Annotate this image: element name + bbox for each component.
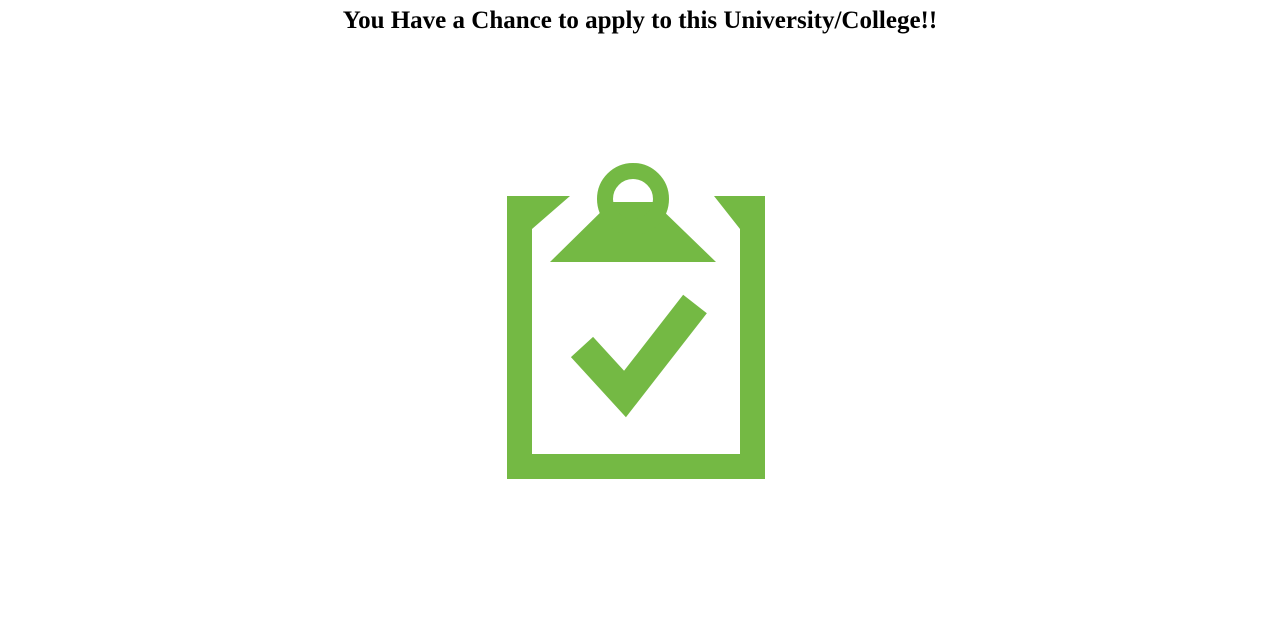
page-title: You Have a Chance to apply to this Unive… [342, 7, 938, 34]
check-mark-icon [570, 294, 707, 418]
clipboard-check-icon [506, 162, 766, 480]
